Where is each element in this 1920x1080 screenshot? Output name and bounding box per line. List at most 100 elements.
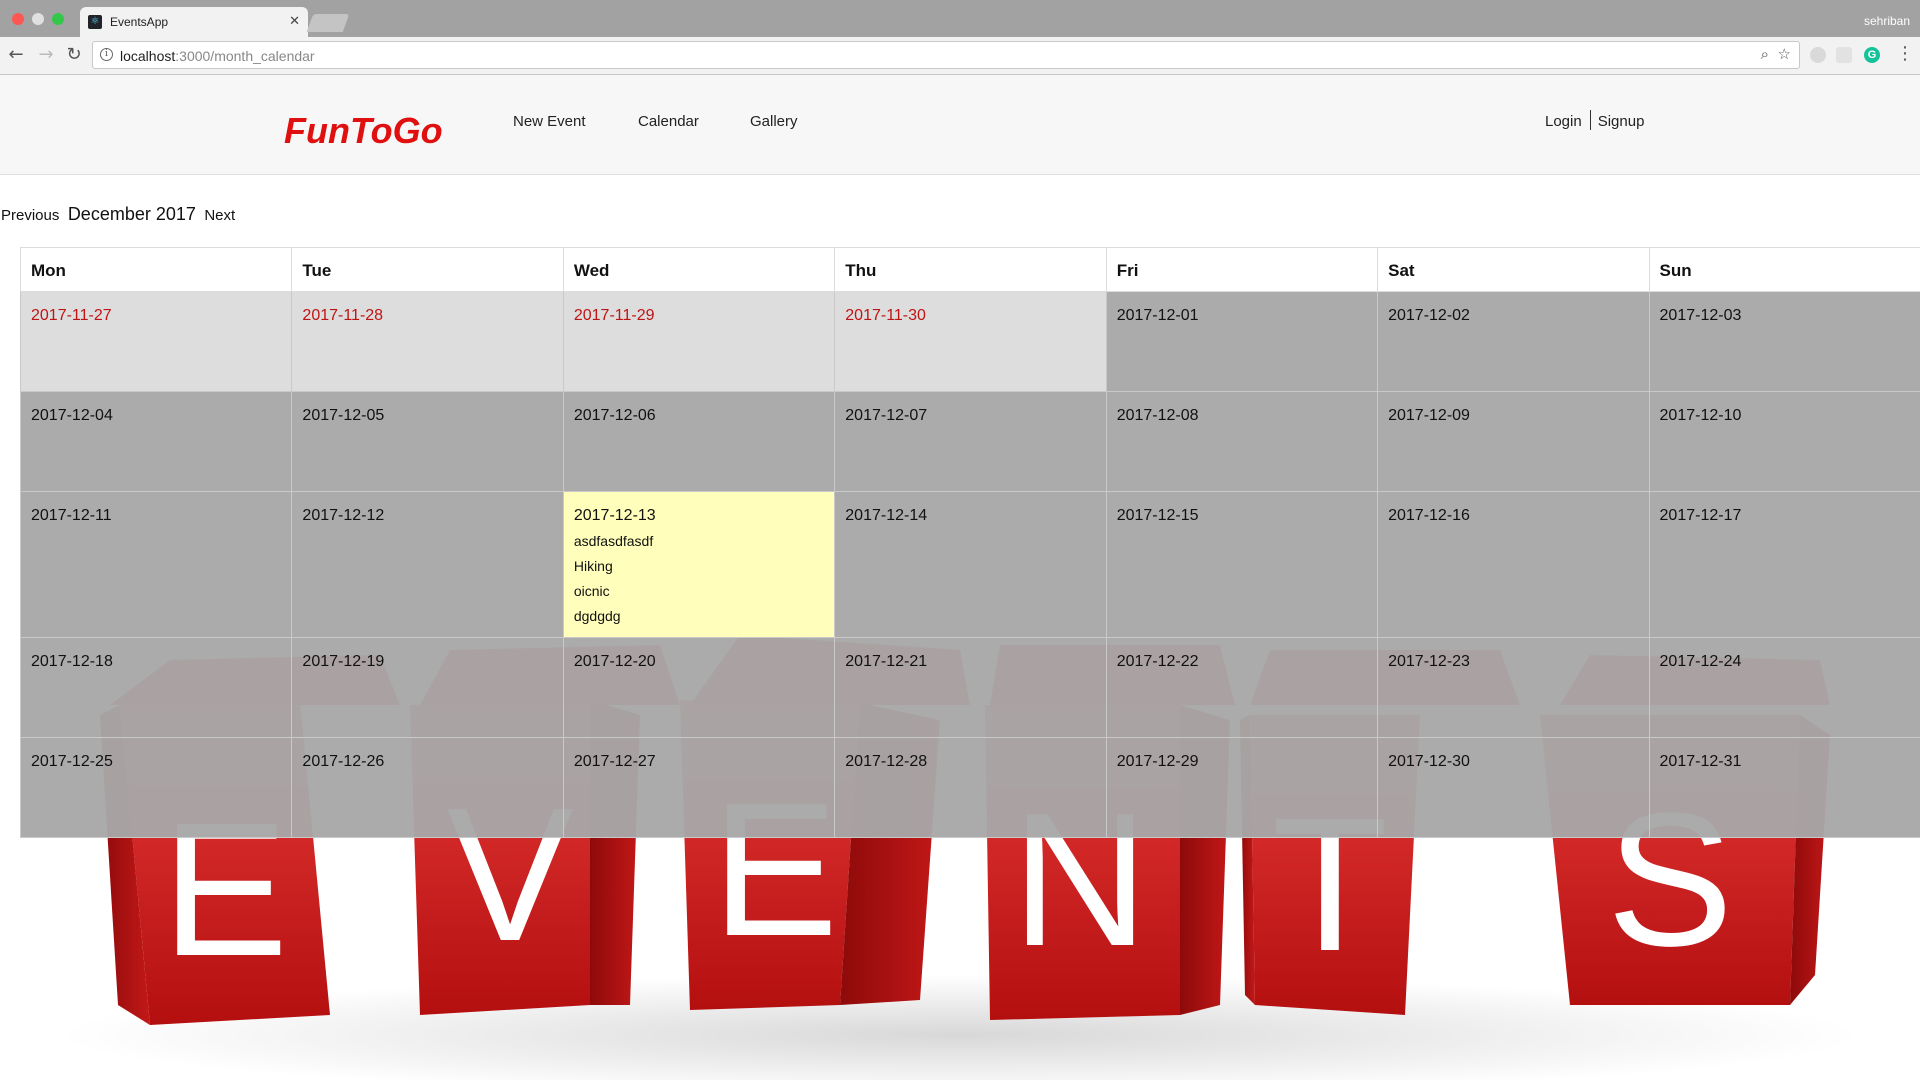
- login-link[interactable]: Login: [1545, 113, 1582, 130]
- day-date: 2017-12-12: [302, 507, 385, 524]
- day-date: 2017-12-01: [1116, 307, 1199, 324]
- url-text[interactable]: localhost:3000/month_calendar: [120, 48, 315, 64]
- extension-icon[interactable]: [1836, 47, 1852, 63]
- month-title: December 2017: [67, 204, 196, 224]
- calendar-day[interactable]: 2017-12-14: [834, 492, 1106, 638]
- day-date: 2017-12-18: [31, 653, 113, 670]
- calendar-day[interactable]: 2017-12-23: [1377, 638, 1649, 738]
- calendar-day[interactable]: 2017-12-08: [1105, 392, 1378, 492]
- grammarly-extension-icon[interactable]: G: [1864, 47, 1880, 63]
- nav-link-new-event[interactable]: New Event: [513, 113, 586, 130]
- calendar-day[interactable]: 2017-12-09: [1377, 392, 1649, 492]
- calendar-event[interactable]: dgdgdg: [574, 607, 824, 625]
- calendar-event[interactable]: asdfasdfasdf: [574, 532, 824, 550]
- weekday-wed: Wed: [562, 247, 835, 292]
- calendar-day[interactable]: 2017-12-25: [20, 738, 292, 838]
- calendar-day[interactable]: 2017-12-29: [1105, 738, 1378, 838]
- day-date: 2017-11-30: [845, 307, 926, 324]
- calendar-day[interactable]: 2017-12-19: [291, 638, 563, 738]
- page: E V E N T S FunToGo New Event Calendar G…: [0, 75, 1920, 1080]
- nav-link-gallery[interactable]: Gallery: [750, 113, 798, 130]
- forward-icon[interactable]: →: [34, 43, 58, 67]
- calendar-day[interactable]: 2017-12-06: [562, 392, 835, 492]
- back-icon[interactable]: ←: [4, 43, 28, 67]
- calendar-event[interactable]: Hiking: [574, 557, 824, 575]
- calendar-week-row: 2017-12-25 2017-12-26 2017-12-27 2017-12-28…: [20, 738, 1920, 838]
- day-date: 2017-12-22: [1116, 653, 1199, 670]
- extension-icon[interactable]: [1810, 47, 1826, 63]
- calendar-day[interactable]: 2017-12-24: [1648, 638, 1920, 738]
- site-navbar: FunToGo New Event Calendar Gallery Login…: [0, 75, 1920, 175]
- calendar-day[interactable]: 2017-11-28: [291, 292, 563, 392]
- calendar-day[interactable]: 2017-12-27: [562, 738, 835, 838]
- more-menu-icon[interactable]: ⋮: [1896, 43, 1914, 64]
- calendar-day[interactable]: 2017-12-11: [20, 492, 292, 638]
- minimize-window-button[interactable]: [32, 13, 44, 25]
- calendar-day[interactable]: 2017-12-10: [1648, 392, 1920, 492]
- calendar-day[interactable]: 2017-12-28: [834, 738, 1106, 838]
- reload-icon[interactable]: ↻: [62, 43, 86, 67]
- day-date: 2017-12-19: [302, 653, 385, 670]
- day-date: 2017-12-17: [1659, 507, 1742, 524]
- calendar-day-today[interactable]: 2017-12-13 asdfasdfasdf Hiking oicnic dgdgdg: [562, 492, 835, 638]
- calendar-day[interactable]: 2017-12-31: [1648, 738, 1920, 838]
- address-bar[interactable]: i localhost:3000/month_calendar ⌕ ☆: [92, 41, 1800, 69]
- close-window-button[interactable]: [12, 13, 24, 25]
- calendar-event[interactable]: oicnic: [574, 582, 824, 600]
- star-icon[interactable]: ☆: [1778, 45, 1791, 63]
- day-date: 2017-12-28: [845, 753, 928, 770]
- calendar-day[interactable]: 2017-12-21: [834, 638, 1106, 738]
- next-month-link[interactable]: Next: [204, 207, 235, 224]
- day-date: 2017-12-04: [31, 407, 113, 424]
- auth-divider: [1589, 110, 1591, 130]
- day-date: 2017-12-27: [573, 753, 656, 770]
- day-date: 2017-12-23: [1388, 653, 1470, 670]
- browser-tab[interactable]: ⚛ EventsApp ✕: [80, 7, 308, 37]
- browser-toolbar: ← → ↻ i localhost:3000/month_calendar ⌕ …: [0, 37, 1920, 75]
- day-date: 2017-11-29: [573, 307, 655, 324]
- calendar-day[interactable]: 2017-12-30: [1377, 738, 1649, 838]
- calendar-day[interactable]: 2017-12-03: [1648, 292, 1920, 392]
- calendar-week-row: 2017-11-27 2017-11-28 2017-11-29 2017-11-30…: [20, 292, 1920, 392]
- calendar-day[interactable]: 2017-12-05: [291, 392, 563, 492]
- calendar-day[interactable]: 2017-12-18: [20, 638, 292, 738]
- calendar-week-row: 2017-12-11 2017-12-12 2017-12-13 asdfasdfas…: [20, 492, 1920, 638]
- day-date: 2017-12-20: [573, 653, 656, 670]
- new-tab-button[interactable]: [306, 14, 350, 32]
- calendar-day[interactable]: 2017-12-02: [1377, 292, 1649, 392]
- weekday-tue: Tue: [291, 247, 563, 292]
- weekday-fri: Fri: [1105, 247, 1378, 292]
- day-date: 2017-12-31: [1659, 753, 1742, 770]
- brand-logo[interactable]: FunToGo: [284, 110, 443, 152]
- calendar-day[interactable]: 2017-12-07: [834, 392, 1106, 492]
- close-tab-icon[interactable]: ✕: [289, 14, 300, 29]
- calendar-body: 2017-11-27 2017-11-28 2017-11-29 2017-11-30…: [20, 292, 1920, 838]
- nav-link-calendar[interactable]: Calendar: [638, 113, 699, 130]
- calendar-day[interactable]: 2017-12-26: [291, 738, 563, 838]
- calendar-day[interactable]: 2017-11-27: [20, 292, 292, 392]
- maximize-window-button[interactable]: [52, 13, 64, 25]
- signup-link[interactable]: Signup: [1598, 113, 1645, 130]
- calendar-day[interactable]: 2017-12-15: [1105, 492, 1378, 638]
- calendar-day[interactable]: 2017-12-12: [291, 492, 563, 638]
- calendar-day[interactable]: 2017-12-20: [562, 638, 835, 738]
- day-date: 2017-12-25: [31, 753, 113, 770]
- calendar-day[interactable]: 2017-12-22: [1105, 638, 1378, 738]
- calendar-week-row: 2017-12-04 2017-12-05 2017-12-06 2017-12-07…: [20, 392, 1920, 492]
- calendar-day[interactable]: 2017-12-04: [20, 392, 292, 492]
- calendar-day[interactable]: 2017-11-30: [834, 292, 1106, 392]
- calendar-day[interactable]: 2017-12-01: [1105, 292, 1378, 392]
- profile-name[interactable]: sehriban: [1864, 14, 1910, 28]
- info-icon[interactable]: i: [100, 48, 113, 61]
- auth-links: Login Signup: [1545, 110, 1644, 130]
- calendar-day[interactable]: 2017-11-29: [562, 292, 835, 392]
- calendar-day[interactable]: 2017-12-16: [1377, 492, 1649, 638]
- calendar-week-row: 2017-12-18 2017-12-19 2017-12-20 2017-12-21…: [20, 638, 1920, 738]
- zoom-icon[interactable]: ⌕: [1761, 45, 1769, 63]
- month-calendar: Mon Tue Wed Thu Fri Sat Sun 2017-11-27 20…: [20, 247, 1920, 838]
- day-date: 2017-12-21: [845, 653, 928, 670]
- previous-month-link[interactable]: Previous: [1, 207, 59, 224]
- day-date: 2017-11-27: [31, 307, 112, 324]
- weekday-sun: Sun: [1648, 247, 1920, 292]
- calendar-day[interactable]: 2017-12-17: [1648, 492, 1920, 638]
